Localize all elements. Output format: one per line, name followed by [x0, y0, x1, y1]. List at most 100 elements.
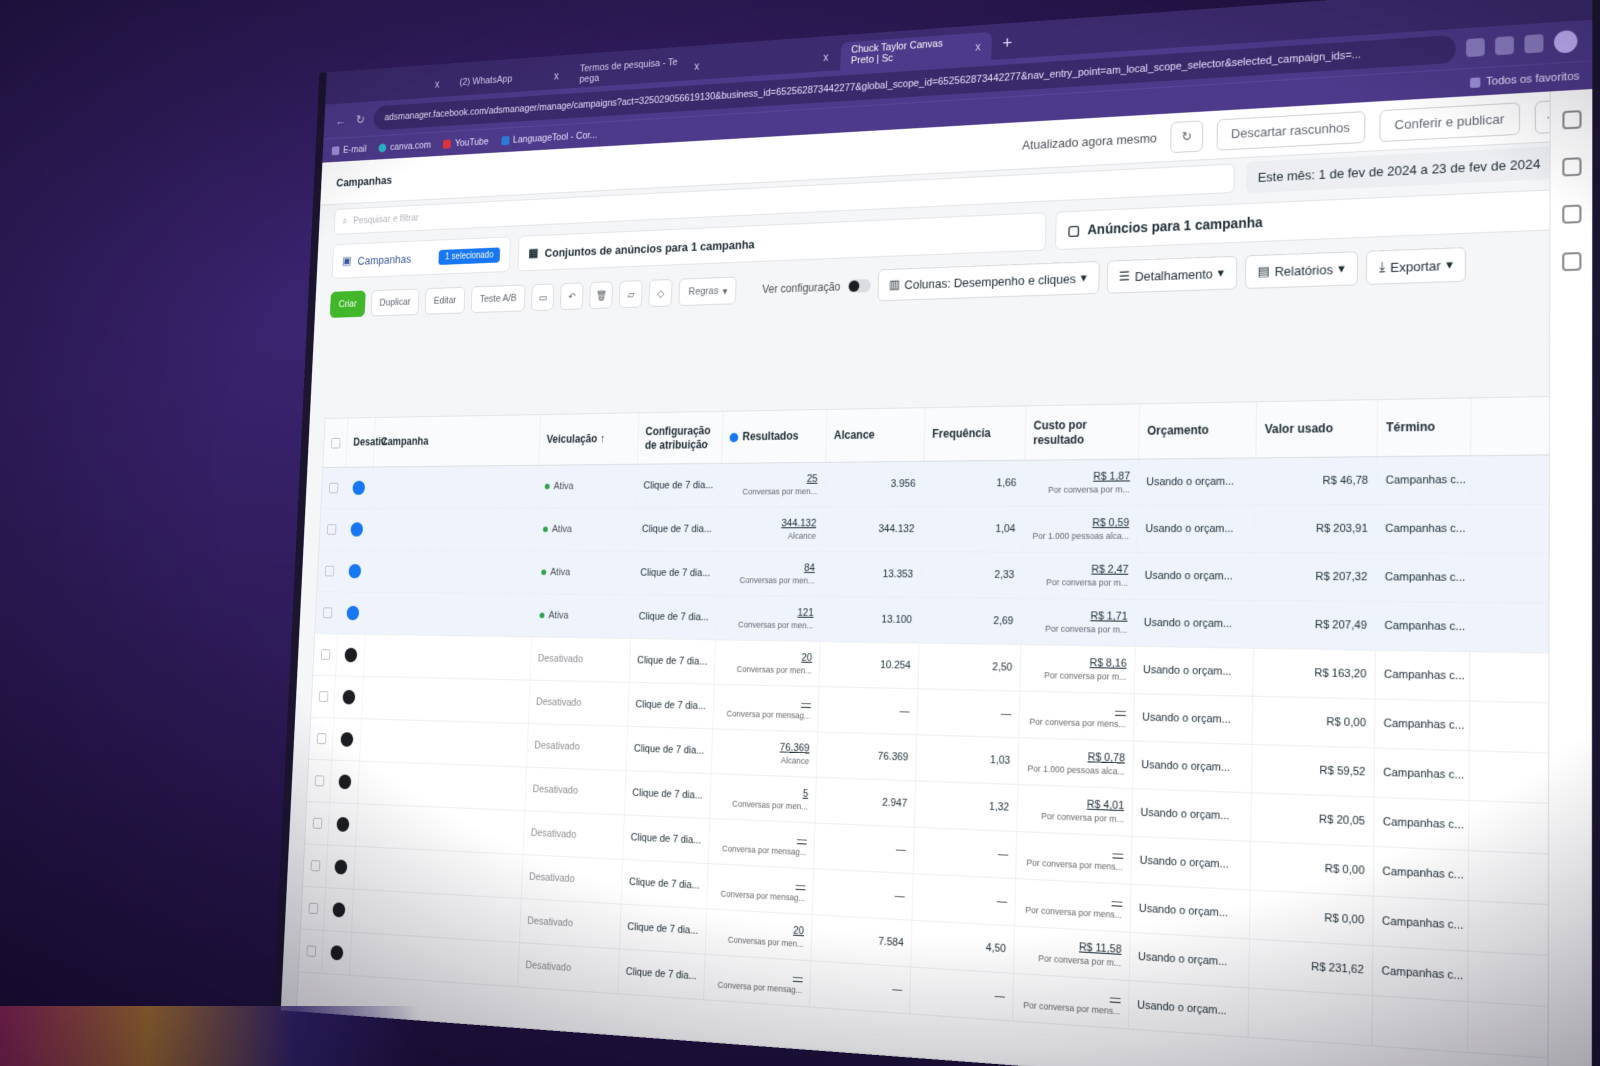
ab-test-button[interactable]: Teste A/B	[470, 284, 526, 314]
campaign-name-cell[interactable]	[371, 465, 540, 509]
campaign-toggle[interactable]	[347, 564, 361, 579]
cost-per-result-cell[interactable]: R$ 8,16 Por conversa por m...	[1020, 645, 1136, 694]
header-reach[interactable]: Alcance	[826, 408, 926, 462]
results-value[interactable]: —	[793, 971, 803, 983]
results-cell[interactable]: — Conversa por mensag...	[704, 954, 812, 1007]
cpr-value[interactable]: R$ 2,47	[1091, 564, 1128, 576]
campaign-toggle[interactable]	[344, 647, 358, 663]
row-checkbox[interactable]	[326, 524, 337, 535]
row-checkbox-cell[interactable]	[309, 717, 335, 760]
refresh-button[interactable]: ↻	[1170, 119, 1204, 153]
cpr-value[interactable]: R$ 0,59	[1092, 517, 1129, 529]
results-cell[interactable]: — Conversa por mensag...	[708, 819, 816, 869]
campaign-toggle[interactable]	[346, 605, 359, 621]
campaign-name-cell[interactable]	[367, 550, 536, 594]
trash-icon[interactable]: 🗑	[589, 281, 614, 310]
header-amount-spent[interactable]: Valor usado	[1256, 400, 1379, 458]
campaign-name-cell[interactable]	[359, 719, 529, 767]
campaign-toggle[interactable]	[336, 816, 350, 832]
header-toggle[interactable]: Desativ.	[346, 417, 388, 467]
table-row[interactable]: Ativa Clique de 7 dia... 344.132 Alcance 344…	[319, 504, 1570, 555]
row-checkbox-cell[interactable]	[317, 550, 343, 592]
results-value[interactable]: 76.369	[780, 742, 810, 754]
columns-button[interactable]: ▥ Colunas: Desempenho e cliques ▾	[877, 260, 1100, 302]
bookmark[interactable]: E-mail	[331, 143, 367, 155]
results-cell[interactable]: 121 Conversas por men...	[716, 595, 823, 641]
row-checkbox[interactable]	[318, 691, 329, 703]
row-toggle-cell[interactable]	[328, 802, 358, 846]
campaign-toggle[interactable]	[333, 859, 348, 875]
undo-icon[interactable]: ↶	[560, 282, 584, 311]
header-attribution[interactable]: Configuração de atribuição	[637, 411, 724, 464]
row-checkbox[interactable]	[314, 775, 325, 787]
export-button[interactable]: ⤓ Exportar ▾	[1365, 247, 1467, 286]
row-checkbox-cell[interactable]	[311, 675, 337, 718]
row-checkbox-cell[interactable]	[319, 509, 345, 550]
row-toggle-cell[interactable]	[344, 467, 374, 509]
header-results[interactable]: Resultados	[721, 409, 828, 463]
campaign-toggle[interactable]	[338, 774, 352, 790]
cpr-value[interactable]: —	[1115, 705, 1126, 717]
cpr-value[interactable]: R$ 4,01	[1087, 799, 1124, 813]
avatar[interactable]	[1553, 29, 1578, 54]
select-all-header[interactable]	[323, 418, 349, 468]
results-value[interactable]: —	[797, 833, 807, 845]
row-checkbox[interactable]	[328, 482, 339, 494]
extension-icon[interactable]	[1465, 37, 1485, 58]
results-value[interactable]: 344.132	[781, 518, 816, 529]
campaign-toggle[interactable]	[331, 902, 346, 918]
cost-per-result-cell[interactable]: R$ 4,01 Por conversa por m...	[1017, 785, 1134, 836]
rules-button[interactable]: Regras ▾	[678, 276, 738, 307]
results-cell[interactable]: 84 Conversas por men...	[717, 551, 824, 596]
cost-per-result-cell[interactable]: R$ 2,47 Por conversa por m...	[1022, 552, 1138, 599]
comment-icon[interactable]: ▱	[618, 280, 644, 309]
row-checkbox[interactable]	[306, 945, 316, 957]
header-frequency[interactable]: Frequência	[924, 406, 1027, 461]
back-icon[interactable]: ←	[334, 113, 347, 127]
archive-icon[interactable]: ▭	[531, 283, 555, 312]
results-cell[interactable]: 344.132 Alcance	[719, 507, 825, 552]
row-checkbox[interactable]	[312, 817, 322, 829]
row-checkbox-cell[interactable]	[304, 801, 331, 845]
review-publish-button[interactable]: Conferir e publicar	[1379, 101, 1521, 142]
campaign-toggle[interactable]	[329, 945, 344, 961]
bookmark[interactable]: canva.com	[378, 139, 431, 153]
results-value[interactable]: 5	[803, 788, 809, 800]
row-toggle-cell[interactable]	[338, 592, 368, 634]
toggle-switch[interactable]	[847, 279, 871, 293]
row-checkbox-cell[interactable]	[315, 592, 341, 634]
cost-per-result-cell[interactable]: — Por conversa por mens...	[1016, 831, 1133, 884]
header-delivery[interactable]: Veiculação ↑	[539, 413, 640, 465]
row-toggle-cell[interactable]	[321, 930, 352, 975]
campaign-name-cell[interactable]	[349, 932, 520, 987]
new-tab-button[interactable]: +	[993, 33, 1021, 60]
tab-campaigns[interactable]: ▣ Campanhas 1 selecionado	[331, 236, 511, 279]
results-value[interactable]: 84	[804, 562, 815, 573]
bookmark[interactable]: YouTube	[443, 136, 489, 149]
row-toggle-cell[interactable]	[330, 760, 360, 804]
row-checkbox-cell[interactable]	[313, 633, 339, 676]
cpr-value[interactable]: R$ 11,58	[1079, 941, 1122, 956]
edit-button[interactable]: Editar	[424, 286, 466, 315]
row-toggle-cell[interactable]	[332, 718, 362, 761]
tag-icon[interactable]: ◇	[648, 278, 673, 308]
row-toggle-cell[interactable]	[336, 634, 366, 676]
results-cell[interactable]: — Conversa por mensag...	[707, 864, 815, 915]
campaign-name-cell[interactable]	[365, 592, 534, 637]
results-value[interactable]: 20	[801, 652, 812, 664]
cpr-value[interactable]: R$ 0,78	[1088, 751, 1125, 764]
results-cell[interactable]: 5 Conversas por men...	[710, 774, 817, 823]
cpr-value[interactable]: —	[1112, 895, 1123, 908]
cpr-value[interactable]: —	[1110, 991, 1121, 1004]
results-cell[interactable]: 25 Conversas por men...	[720, 462, 827, 507]
results-value[interactable]: 25	[807, 473, 818, 484]
row-checkbox-cell[interactable]	[298, 929, 324, 973]
campaign-name-cell[interactable]	[369, 508, 538, 551]
row-checkbox[interactable]	[308, 902, 318, 915]
row-checkbox[interactable]	[316, 733, 327, 745]
row-checkbox[interactable]	[320, 649, 331, 661]
close-icon[interactable]: x	[975, 40, 981, 53]
campaign-name-cell[interactable]	[355, 804, 526, 855]
cost-per-result-cell[interactable]: R$ 11,58 Por conversa por m...	[1014, 926, 1131, 981]
cost-per-result-cell[interactable]: — Por conversa por mens...	[1015, 879, 1132, 932]
